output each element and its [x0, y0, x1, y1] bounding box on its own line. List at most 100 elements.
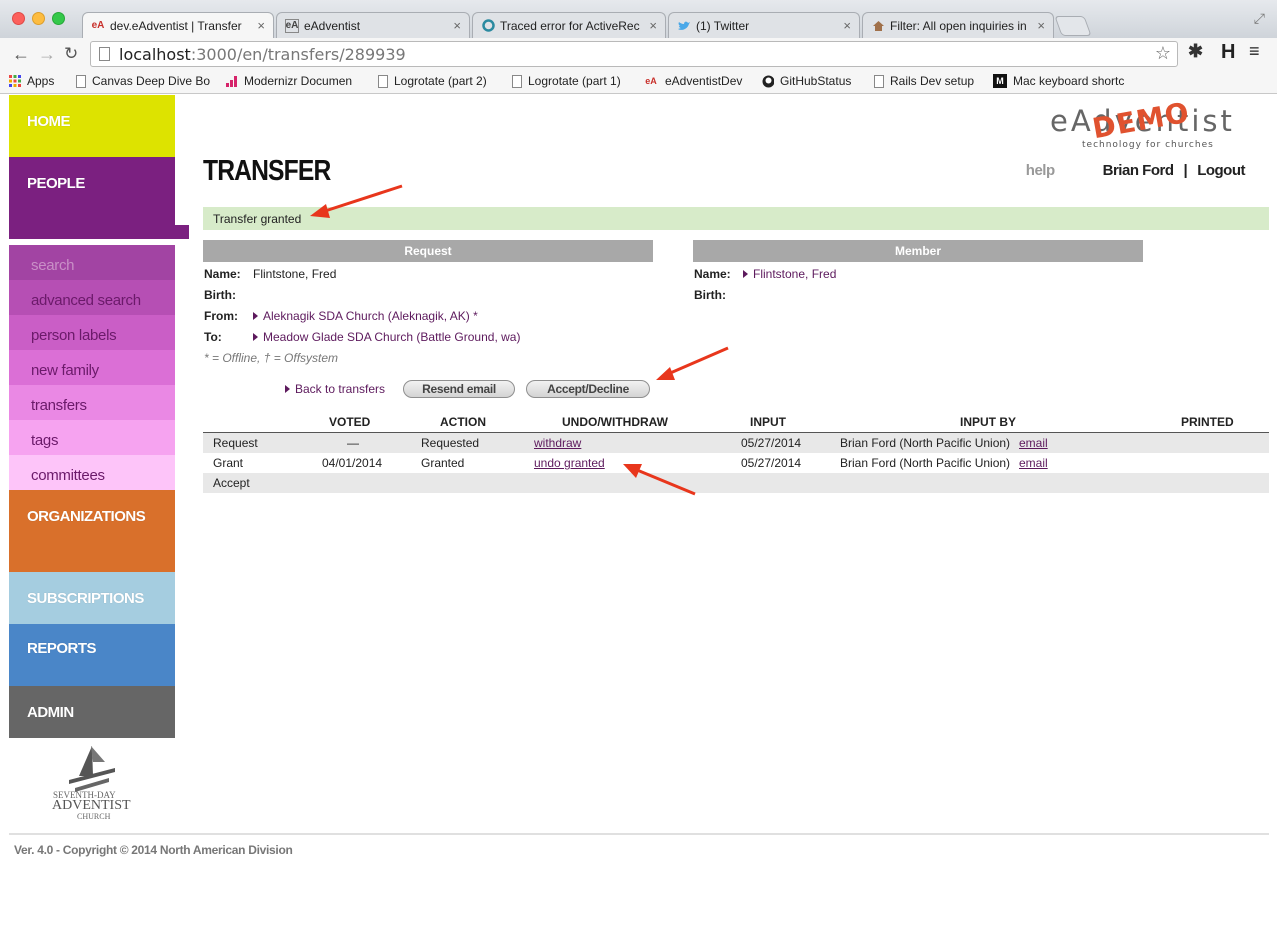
sidebar-item-label: search — [31, 257, 75, 274]
nav-reports[interactable]: REPORTS — [9, 624, 175, 686]
current-user-link[interactable]: Brian Ford — [1103, 162, 1174, 179]
triangle-right-icon — [285, 385, 290, 393]
reload-icon[interactable]: ↻ — [64, 44, 78, 64]
sidebar-item-transfers[interactable]: transfers — [9, 385, 175, 420]
nav-admin[interactable]: ADMIN — [9, 686, 175, 738]
tab-close-icon[interactable]: × — [843, 18, 851, 33]
bookmark-label: Rails Dev setup — [890, 74, 975, 88]
doc-icon — [378, 74, 388, 88]
browser-tab-eadventist[interactable]: eA eAdventist × — [276, 12, 470, 38]
nav-reports-label: REPORTS — [27, 640, 97, 657]
bookmark-githubstatus[interactable]: GitHubStatus — [762, 74, 851, 88]
tab-label: Filter: All open inquiries in — [890, 18, 1027, 33]
twitter-bird-icon — [677, 19, 691, 33]
github-icon — [762, 74, 774, 88]
eadventist-favicon-icon: eA — [645, 76, 657, 86]
doc-icon — [512, 74, 522, 88]
forward-arrow-icon[interactable]: → — [38, 44, 56, 65]
step-cell: Grant — [213, 456, 244, 470]
table-row: Accept — [203, 473, 1269, 493]
browser-tab-twitter[interactable]: (1) Twitter × — [668, 12, 860, 38]
undo-granted-link[interactable]: undo granted — [534, 456, 605, 470]
nav-home[interactable]: HOME — [9, 95, 175, 157]
bookmark-eadventistdev[interactable]: eA eAdventistDev — [643, 74, 742, 88]
m-badge-icon: M — [993, 74, 1007, 88]
request-birth-row: Birth: — [204, 288, 253, 302]
input-by-cell: Brian Ford (North Pacific Union) — [840, 456, 1011, 470]
tab-close-icon[interactable]: × — [649, 18, 657, 33]
sidebar-item-committees[interactable]: committees — [9, 455, 175, 490]
from-church-link[interactable]: Aleknagik SDA Church (Aleknagik, AK) * — [263, 309, 478, 323]
window-minimize-button[interactable] — [32, 12, 45, 25]
step-cell: Accept — [213, 476, 250, 490]
footer-divider — [9, 833, 1269, 835]
request-to-row: To: Meadow Glade SDA Church (Battle Groun… — [204, 330, 520, 344]
bookmark-mac-keyboard[interactable]: M Mac keyboard shortc — [993, 74, 1124, 88]
window-close-button[interactable] — [12, 12, 25, 25]
sidebar-item-new-family[interactable]: new family — [9, 350, 175, 385]
sidebar-item-person-labels[interactable]: person labels — [9, 315, 175, 350]
to-church-link[interactable]: Meadow Glade SDA Church (Battle Ground, … — [263, 330, 520, 344]
member-birth-row: Birth: — [694, 288, 743, 302]
window-maximize-button[interactable] — [52, 12, 65, 25]
bookmark-logrotate-2[interactable]: Logrotate (part 2) — [378, 74, 487, 88]
withdraw-link[interactable]: withdraw — [534, 436, 581, 450]
adventist-church-logo: SEVENTH-DAY ADVENTIST CHURCH — [9, 732, 175, 832]
nav-organizations[interactable]: ORGANIZATIONS — [9, 490, 175, 572]
h-extension-icon[interactable]: H — [1221, 41, 1235, 64]
nav-people[interactable]: PEOPLE — [9, 157, 175, 239]
fullscreen-icon[interactable]: ⤢ — [1254, 10, 1265, 27]
menu-icon[interactable]: ≡ — [1249, 41, 1260, 62]
address-bar[interactable]: localhost:3000/en/transfers/289939 ☆ — [90, 41, 1178, 67]
email-link[interactable]: email — [1019, 456, 1048, 470]
tab-close-icon[interactable]: × — [1037, 18, 1045, 33]
nav-organizations-label: ORGANIZATIONS — [27, 508, 146, 525]
request-from-row: From: Aleknagik SDA Church (Aleknagik, AK… — [204, 309, 478, 323]
step-cell: Request — [213, 436, 258, 450]
sidebar-item-label: advanced search — [31, 292, 141, 309]
voted-cell: — — [347, 436, 359, 450]
sidebar-item-advanced-search[interactable]: advanced search — [9, 280, 175, 315]
tab-close-icon[interactable]: × — [257, 18, 265, 33]
bookmark-modernizr[interactable]: Modernizr Documen — [226, 74, 352, 88]
browser-tab-transfer[interactable]: eA dev.eAdventist | Transfer × — [82, 12, 274, 38]
bookmark-logrotate-1[interactable]: Logrotate (part 1) — [512, 74, 621, 88]
help-link[interactable]: help — [1026, 162, 1055, 179]
resend-email-button[interactable]: Resend email — [403, 380, 516, 398]
user-links: help Brian Ford | Logout — [1026, 162, 1246, 179]
circle-icon — [481, 19, 495, 33]
back-to-transfers-link[interactable]: Back to transfers — [295, 382, 385, 396]
doc-icon — [874, 74, 884, 88]
bookmarks-bar: Apps Canvas Deep Dive Bo Modernizr Docum… — [0, 70, 1277, 94]
bookmark-label: Modernizr Documen — [244, 74, 353, 88]
column-header-input: INPUT — [750, 415, 786, 429]
field-label: Name: — [204, 267, 241, 281]
sidebar-item-search[interactable]: search — [9, 245, 175, 280]
flash-message: Transfer granted — [203, 207, 1269, 230]
address-path: :3000/en/transfers/289939 — [190, 45, 406, 64]
browser-tab-traced-error[interactable]: Traced error for ActiveRec × — [472, 12, 666, 38]
column-header-voted: VOTED — [329, 415, 371, 429]
accept-decline-button[interactable]: Accept/Decline — [526, 380, 651, 398]
field-label: Birth: — [204, 288, 236, 302]
bookmark-label: eAdventistDev — [665, 74, 743, 88]
bug-extension-icon[interactable]: ✱ — [1188, 41, 1203, 62]
bookmark-star-icon[interactable]: ☆ — [1155, 43, 1171, 64]
tab-close-icon[interactable]: × — [453, 18, 461, 33]
nav-subscriptions[interactable]: SUBSCRIPTIONS — [9, 572, 175, 624]
email-link[interactable]: email — [1019, 436, 1048, 450]
browser-tab-filter[interactable]: Filter: All open inquiries in × — [862, 12, 1054, 38]
links-separator: | — [1183, 162, 1188, 179]
bookmark-label: GitHubStatus — [780, 74, 852, 88]
logout-link[interactable]: Logout — [1197, 162, 1245, 179]
sidebar-item-tags[interactable]: tags — [9, 420, 175, 455]
bookmark-apps[interactable]: Apps — [9, 74, 54, 88]
member-name-link[interactable]: Flintstone, Fred — [753, 267, 836, 281]
new-tab-button[interactable] — [1054, 16, 1092, 36]
input-date-cell: 05/27/2014 — [741, 436, 802, 450]
back-arrow-icon[interactable]: ← — [12, 44, 30, 65]
member-heading: Member — [693, 240, 1143, 262]
status-legend: * = Offline, † = Offsystem — [204, 351, 339, 365]
bookmark-rails-dev-setup[interactable]: Rails Dev setup — [874, 74, 974, 88]
bookmark-canvas-deep-dive[interactable]: Canvas Deep Dive Bo — [76, 74, 210, 88]
